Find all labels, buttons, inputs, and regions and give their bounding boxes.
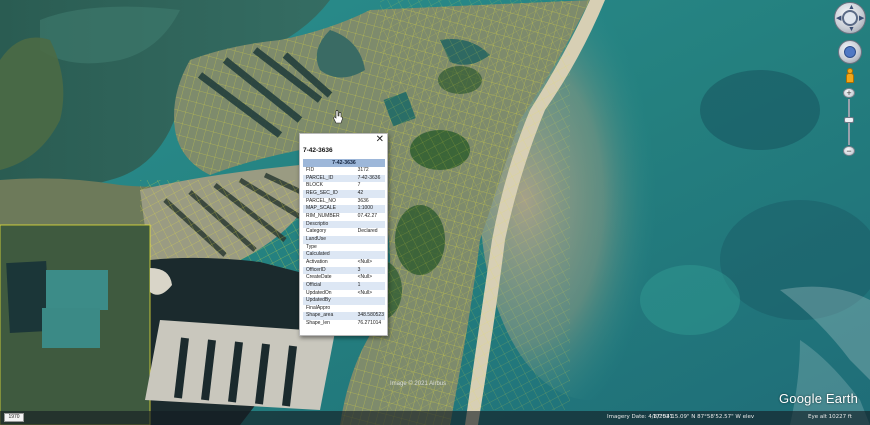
attribute-row: Descriptio [303, 220, 385, 229]
move-hand-icon [844, 46, 856, 58]
attribute-value: Declared [357, 228, 378, 235]
attribute-row: Shape_area 348.580523 [303, 312, 385, 321]
attribute-key: Calculated [303, 251, 357, 259]
attribute-table: 7-42-3636 FID 3172 PARCEL_ID 7-42-3636 BLOCK… [303, 159, 385, 328]
attribute-row: PARCEL_NO 3636 [303, 198, 385, 206]
zoom-in-button[interactable]: + [843, 88, 855, 98]
attribute-key: FinalAppro [306, 304, 331, 311]
attribute-row: UpdatedOn <Null> [303, 290, 385, 298]
attribute-key: Shape_len [306, 320, 330, 327]
zoom-slider[interactable]: + − [843, 88, 855, 156]
attribute-row: UpdatedBy [303, 297, 385, 305]
attribute-key: MAP_SCALE [303, 205, 357, 213]
attribute-key: Activation [306, 258, 328, 265]
move-joystick-icon[interactable] [838, 40, 862, 64]
parcel-info-balloon: ✕ 7-42-3636 7-42-3636 FID 3172 PARCEL_ID 7-… [299, 133, 388, 336]
attribute-key: FID [306, 167, 315, 173]
google-earth-logo: Google Earth [779, 391, 859, 406]
attribute-key: UpdatedOn [306, 289, 332, 296]
balloon-title: 7-42-3636 [303, 147, 333, 154]
attribute-value: <Null> [357, 258, 373, 265]
attribute-value: 42 [356, 189, 385, 198]
attribute-key: Descriptio [303, 220, 357, 229]
attribute-value: 7-42-3636 [356, 174, 385, 183]
attribute-key: REG_SEC_ID [303, 189, 357, 198]
attribute-value: 1:1000 [356, 205, 385, 213]
attribute-value: 3 [356, 266, 385, 275]
attribute-key: Shape_area [303, 312, 357, 321]
look-eye-icon [842, 10, 858, 26]
attribute-key: OfficerID [303, 266, 357, 275]
attribute-value: 1 [356, 281, 385, 290]
attribute-value [356, 297, 385, 305]
attribute-value [356, 251, 385, 259]
look-down-arrow-icon[interactable]: ▼ [848, 26, 855, 33]
attribute-value [356, 235, 385, 244]
cursor-coordinates: 17°54'15.09" N 87°58'52.57" W elev [653, 414, 755, 420]
attribute-key: RIM_NUMBER [306, 212, 340, 219]
attribute-row: BLOCK 7 [303, 182, 385, 190]
attribute-value [357, 244, 385, 252]
attribute-value: 3636 [357, 197, 369, 204]
attribute-row: FinalAppro [303, 305, 385, 313]
hand-cursor-icon [333, 110, 343, 124]
attribute-row: Shape_len 76.271014 [303, 320, 385, 328]
attribute-table-header: 7-42-3636 [303, 159, 385, 167]
satellite-map[interactable] [0, 0, 870, 425]
scale-legend: 1970 [4, 413, 24, 422]
attribute-value: 07.42.27 [357, 212, 378, 219]
pegman-body [846, 73, 854, 83]
attribute-value: 348.580523 [356, 312, 385, 321]
attribute-row: MAP_SCALE 1:1000 [303, 205, 385, 213]
attribute-key: Category [306, 228, 327, 235]
look-up-arrow-icon[interactable]: ▲ [848, 4, 855, 11]
attribute-row: Category Declared [303, 228, 385, 236]
attribute-row: LandUse [303, 235, 385, 244]
imagery-copyright: Image © 2021 Airbus [390, 381, 447, 387]
attribute-row: OfficerID 3 [303, 266, 385, 275]
attribute-key: LandUse [303, 235, 357, 244]
attribute-value: 7 [357, 182, 361, 189]
attribute-key: Official [303, 281, 357, 290]
attribute-value [357, 305, 385, 313]
zoom-out-button[interactable]: − [843, 146, 855, 156]
attribute-row: Calculated [303, 251, 385, 259]
attribute-row: REG_SEC_ID 42 [303, 189, 385, 198]
look-right-arrow-icon[interactable]: ▶ [859, 15, 864, 22]
look-joystick-icon[interactable]: ▲ ▼ ◀ ▶ [834, 2, 866, 34]
attribute-row: RIM_NUMBER 07.42.27 [303, 213, 385, 221]
pegman-icon[interactable] [845, 68, 855, 84]
attribute-key: CreateDate [306, 274, 332, 281]
attribute-key: BLOCK [306, 182, 323, 189]
attribute-value [356, 220, 385, 229]
attribute-value: 3172 [357, 167, 369, 173]
attribute-row: Official 1 [303, 281, 385, 290]
attribute-row: FID 3172 [303, 167, 385, 175]
attribute-value: 76.271014 [357, 320, 382, 327]
attribute-value: <Null> [357, 289, 373, 296]
attribute-key: Type [306, 243, 317, 250]
look-left-arrow-icon[interactable]: ◀ [836, 15, 841, 22]
attribute-key: UpdatedBy [303, 297, 357, 305]
eye-altitude: Eye alt 10227 ft [808, 414, 852, 420]
attribute-key: PARCEL_NO [306, 197, 336, 204]
attribute-row: Type [303, 244, 385, 252]
attribute-row: PARCEL_ID 7-42-3636 [303, 174, 385, 183]
zoom-thumb[interactable] [844, 117, 854, 123]
status-bar: Imagery Date: 4/8/2021 17°54'15.09" N 87… [0, 411, 870, 425]
attribute-value: <Null> [357, 274, 373, 281]
attribute-row: CreateDate <Null> [303, 274, 385, 282]
attribute-key: PARCEL_ID [303, 174, 357, 183]
attribute-row: Activation <Null> [303, 259, 385, 267]
close-icon[interactable]: ✕ [376, 135, 384, 145]
aerial-imagery [0, 0, 870, 425]
